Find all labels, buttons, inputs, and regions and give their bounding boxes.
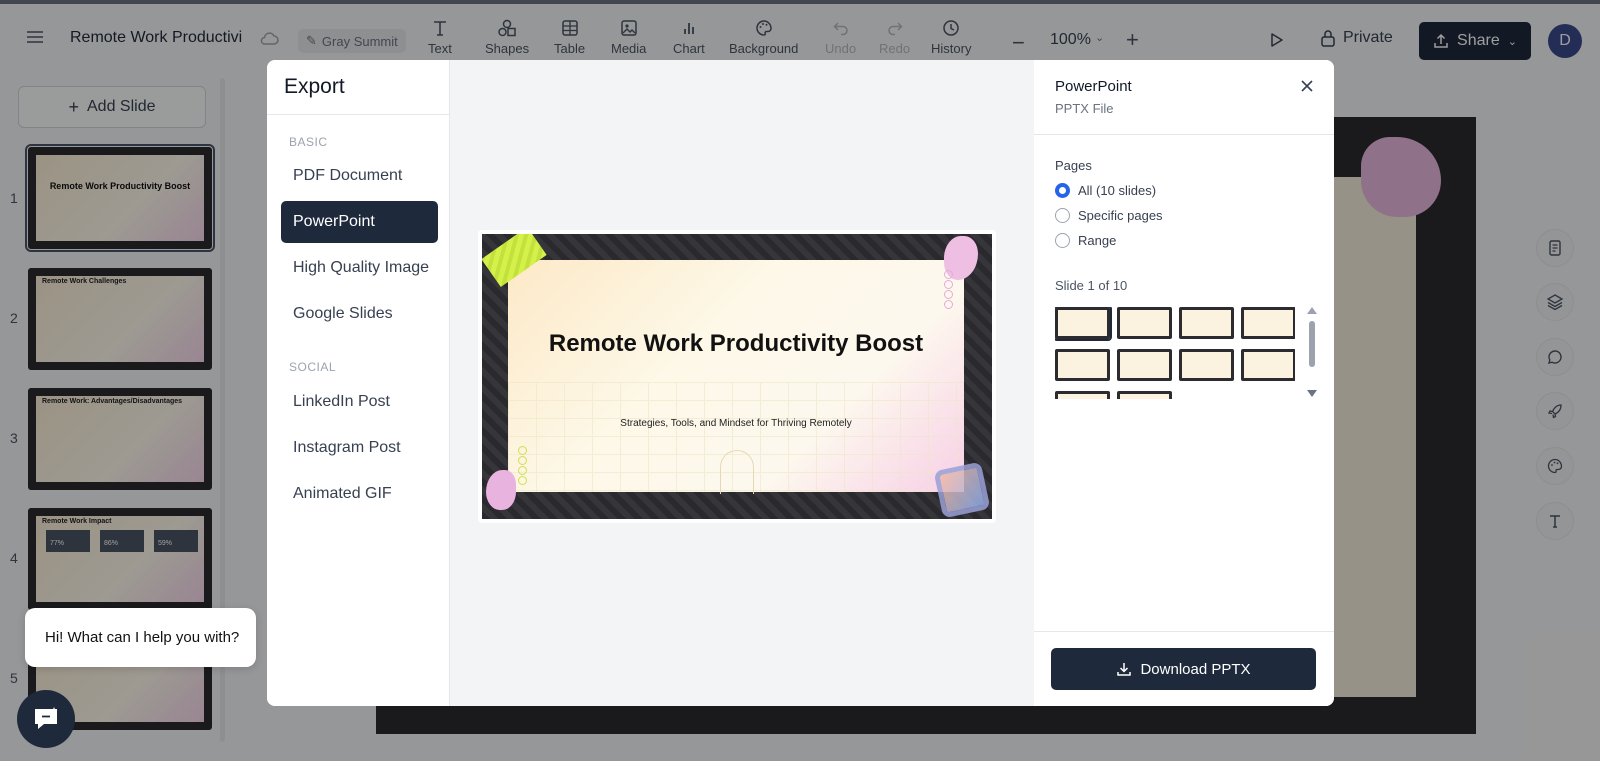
scrollbar-thumb[interactable]	[1309, 321, 1315, 367]
page-option-specific[interactable]: Specific pages	[1055, 208, 1163, 223]
export-dialog: Export BASIC PDF Document PowerPoint Hig…	[267, 60, 1334, 706]
section-label-basic: BASIC	[289, 135, 328, 149]
radio-button[interactable]	[1055, 208, 1070, 223]
mini-slide-thumbnail[interactable]	[1241, 307, 1295, 339]
radio-label: All (10 slides)	[1078, 183, 1157, 198]
scroll-down-arrow-icon[interactable]	[1307, 390, 1317, 397]
export-settings-panel: PowerPoint PPTX File Pages All (10 slide…	[1034, 60, 1334, 706]
mini-slide-thumbnail[interactable]	[1117, 307, 1172, 339]
download-button[interactable]: Download PPTX	[1051, 648, 1316, 690]
dialog-title: Export	[284, 75, 345, 98]
mini-slide-thumbnail[interactable]	[1179, 307, 1234, 339]
export-preview-area: Remote Work Productivity Boost Strategie…	[450, 60, 1034, 706]
export-option-google-slides[interactable]: Google Slides	[281, 293, 438, 335]
pages-label: Pages	[1055, 158, 1092, 173]
chat-launcher-button[interactable]	[17, 690, 75, 748]
arch-decoration	[720, 450, 754, 494]
flower-decoration	[486, 470, 516, 510]
thumbnail-scrollbar[interactable]	[1307, 307, 1317, 399]
radio-button[interactable]	[1055, 183, 1070, 198]
slide-preview: Remote Work Productivity Boost Strategie…	[478, 230, 996, 523]
mini-slide-thumbnail[interactable]	[1179, 349, 1234, 381]
export-format-list: Export BASIC PDF Document PowerPoint Hig…	[267, 60, 450, 706]
radio-button[interactable]	[1055, 233, 1070, 248]
export-option-instagram[interactable]: Instagram Post	[281, 427, 438, 469]
radio-label: Specific pages	[1078, 208, 1163, 223]
mini-slide-thumbnail[interactable]	[1117, 349, 1172, 381]
mini-slide-thumbnail[interactable]	[1117, 391, 1172, 399]
preview-slide-background: Remote Work Productivity Boost Strategie…	[482, 234, 992, 519]
preview-card: Remote Work Productivity Boost Strategie…	[508, 260, 964, 494]
radio-label: Range	[1078, 233, 1117, 248]
chat-icon	[35, 707, 58, 729]
mini-slide-thumbnail[interactable]	[1241, 349, 1295, 381]
download-label: Download PPTX	[1140, 660, 1251, 678]
format-title: PowerPoint	[1055, 78, 1132, 95]
slide-counter: Slide 1 of 10	[1055, 278, 1128, 293]
chat-greeting[interactable]: Hi! What can I help you with?	[25, 608, 256, 667]
mini-slide-thumbnail[interactable]	[1055, 307, 1112, 341]
page-option-range[interactable]: Range	[1055, 233, 1116, 248]
close-icon[interactable]	[1298, 77, 1316, 95]
section-label-social: SOCIAL	[289, 360, 337, 374]
scroll-up-arrow-icon[interactable]	[1307, 307, 1317, 314]
mini-slide-thumbnail[interactable]	[1055, 349, 1110, 381]
green-rings-decoration	[518, 446, 527, 486]
divider	[267, 114, 450, 115]
export-option-pdf[interactable]: PDF Document	[281, 155, 438, 197]
export-option-image[interactable]: High Quality Image	[281, 247, 438, 289]
mini-slide-thumbnail[interactable]	[1055, 391, 1110, 399]
slide-selector-grid	[1055, 307, 1295, 399]
export-option-gif[interactable]: Animated GIF	[281, 473, 438, 515]
export-option-linkedin[interactable]: LinkedIn Post	[281, 381, 438, 423]
cube-decoration	[933, 461, 991, 519]
divider	[1034, 134, 1334, 135]
pink-rings-decoration	[944, 270, 953, 310]
page-option-all[interactable]: All (10 slides)	[1055, 183, 1156, 198]
format-subtitle: PPTX File	[1055, 101, 1114, 116]
divider	[1034, 631, 1334, 632]
export-option-powerpoint[interactable]: PowerPoint	[281, 201, 438, 243]
download-icon	[1117, 663, 1132, 676]
preview-title: Remote Work Productivity Boost	[548, 330, 924, 357]
preview-subtitle: Strategies, Tools, and Mindset for Thriv…	[620, 418, 852, 429]
